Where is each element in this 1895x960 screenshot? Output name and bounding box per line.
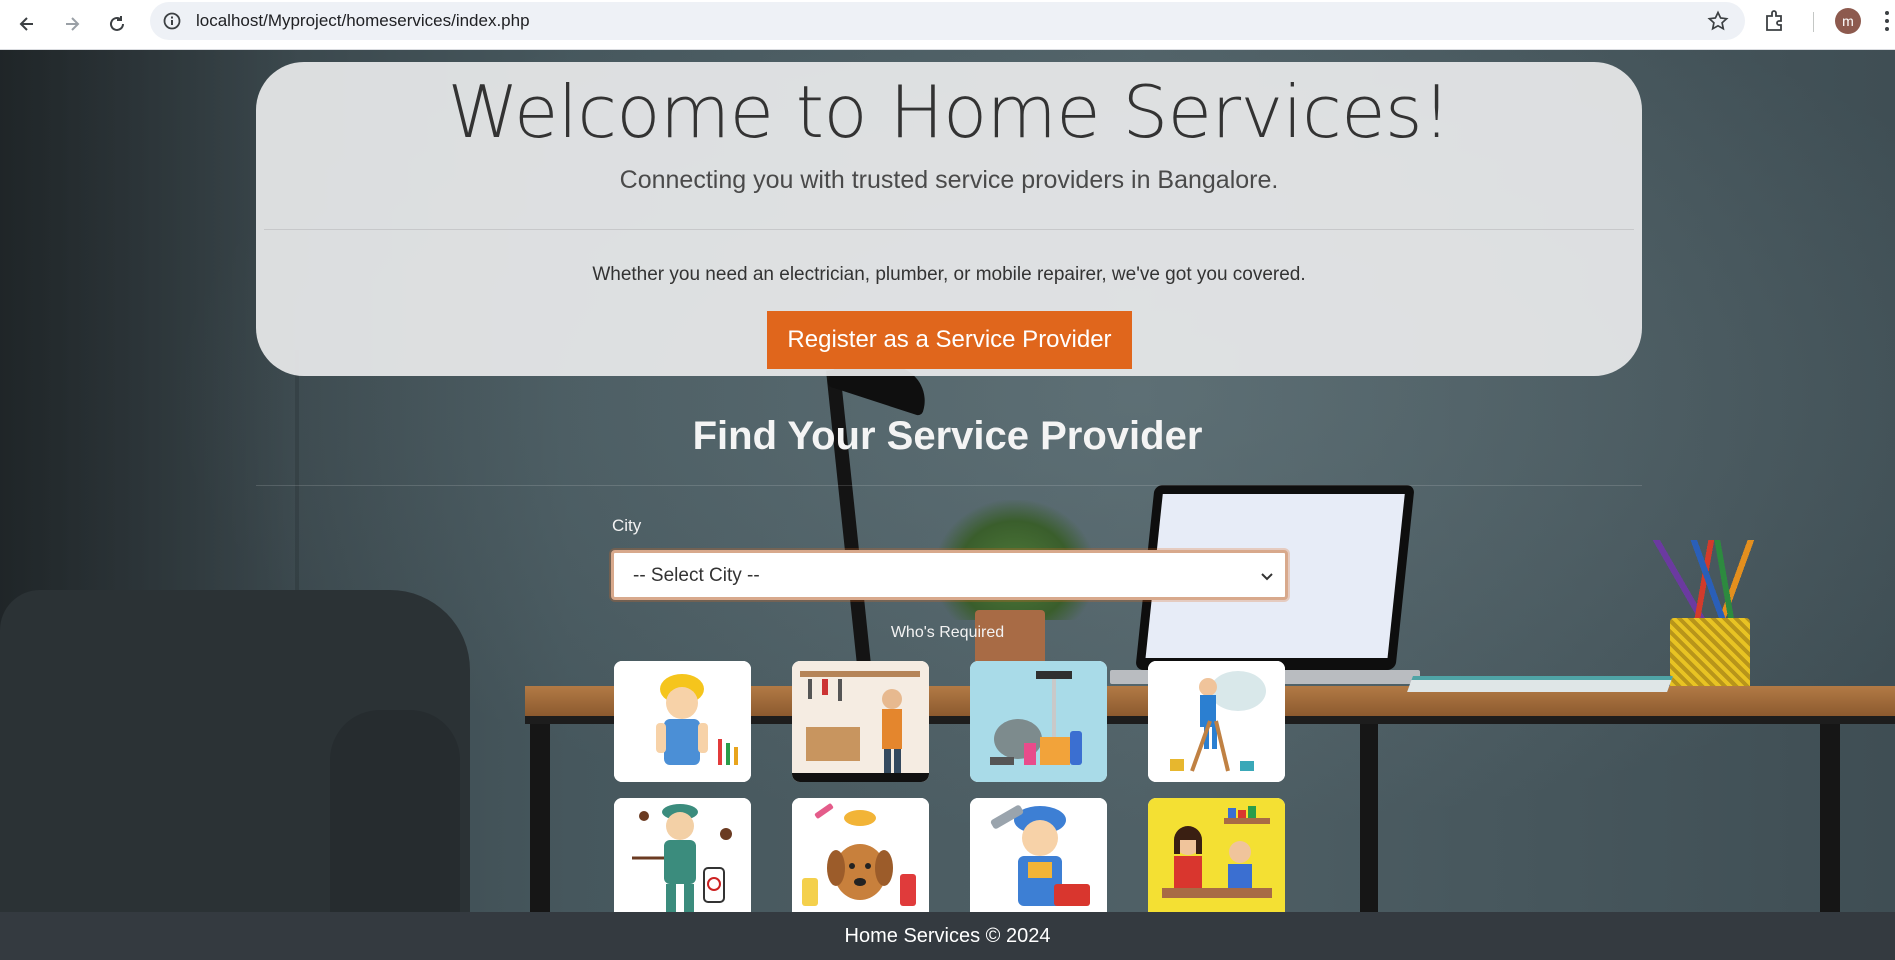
service-card-tutor[interactable] xyxy=(1148,798,1285,919)
cleaning-icon xyxy=(970,661,1107,782)
profile-avatar[interactable]: m xyxy=(1835,8,1861,34)
who-required-label: Who's Required xyxy=(890,624,1005,641)
find-provider-title: Find Your Service Provider xyxy=(692,414,1203,458)
city-label: City xyxy=(612,516,642,535)
extensions-icon[interactable] xyxy=(1762,8,1788,34)
footer-text: Home Services © 2024 xyxy=(844,924,1051,947)
url-text[interactable]: localhost/Myproject/homeservices/index.p… xyxy=(196,11,530,31)
hero-subtitle: Connecting you with trusted service prov… xyxy=(619,166,1279,194)
background-photo-desk-leg xyxy=(530,724,550,912)
service-card-electrician[interactable] xyxy=(614,661,751,782)
bookmark-star-icon[interactable] xyxy=(1707,10,1729,32)
pet-grooming-icon xyxy=(792,798,929,919)
service-card-pest-control[interactable] xyxy=(614,798,751,919)
background-photo-notebook xyxy=(1407,676,1673,692)
background-photo-desk-leg xyxy=(1360,724,1378,912)
service-card-painter[interactable] xyxy=(1148,661,1285,782)
menu-dots-icon[interactable] xyxy=(1883,9,1891,33)
painter-icon xyxy=(1148,661,1285,782)
reload-icon xyxy=(110,16,124,31)
register-provider-button[interactable]: Register as a Service Provider xyxy=(767,311,1132,369)
forward-button[interactable] xyxy=(54,6,90,42)
carpenter-icon xyxy=(792,661,929,782)
service-card-pet-grooming[interactable] xyxy=(792,798,929,919)
plumber-icon xyxy=(970,798,1107,919)
site-info-icon[interactable] xyxy=(162,11,182,31)
electrician-icon xyxy=(614,661,751,782)
city-select-value[interactable]: -- Select City -- xyxy=(633,565,760,587)
service-card-plumber[interactable] xyxy=(970,798,1107,919)
address-bar[interactable]: localhost/Myproject/homeservices/index.p… xyxy=(150,2,1745,40)
footer: Home Services © 2024 xyxy=(0,912,1895,960)
hero-divider xyxy=(264,229,1634,230)
reload-button[interactable] xyxy=(99,6,135,42)
background-photo-chair-arm xyxy=(330,710,460,912)
toolbar-divider xyxy=(1813,12,1814,32)
tutor-icon xyxy=(1148,798,1285,919)
city-select[interactable]: -- Select City -- xyxy=(611,550,1288,600)
hero-title: Welcome to Home Services! xyxy=(447,70,1451,154)
hero-description: Whether you need an electrician, plumber… xyxy=(592,264,1306,285)
section-divider xyxy=(256,485,1642,486)
background-photo-pencils xyxy=(1650,540,1780,630)
arrow-left-icon xyxy=(19,17,33,31)
arrow-right-icon xyxy=(66,17,80,31)
service-card-carpenter[interactable] xyxy=(792,661,929,782)
chevron-down-icon xyxy=(1261,573,1273,581)
browser-toolbar: localhost/Myproject/homeservices/index.p… xyxy=(0,0,1895,50)
pest-control-icon xyxy=(614,798,751,919)
back-button[interactable] xyxy=(9,6,45,42)
hero-card: Welcome to Home Services! Connecting you… xyxy=(256,62,1642,376)
service-card-cleaning[interactable] xyxy=(970,661,1107,782)
background-photo-desk-leg xyxy=(1820,724,1840,912)
